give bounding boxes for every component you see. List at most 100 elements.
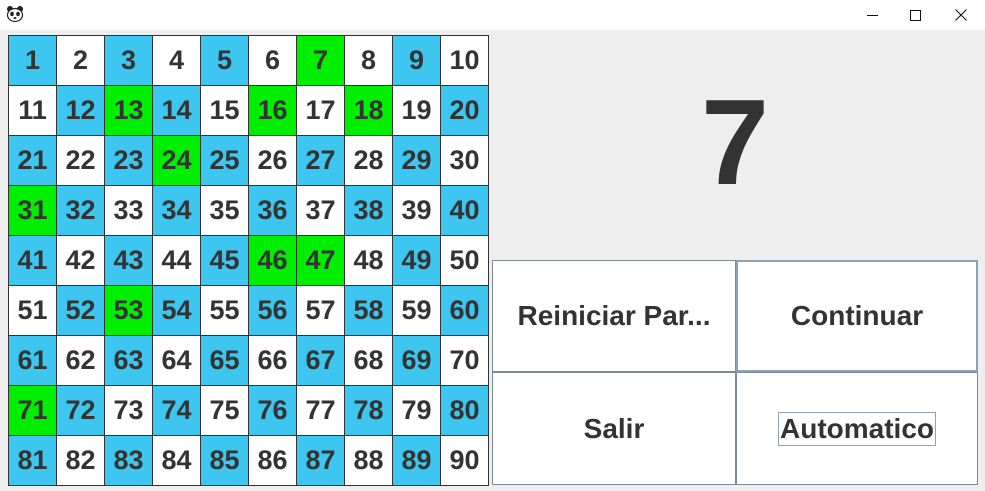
board-cell: 41 <box>9 236 57 286</box>
board-cell: 48 <box>345 236 393 286</box>
board-cell: 8 <box>345 36 393 86</box>
main-panel: 1 2 3 4 5 6 7 8 9 10 11 12 13 14 15 16 17 18 19 20 21 22 23 24 2… <box>0 30 985 491</box>
board-cell: 66 <box>249 336 297 386</box>
board-cell: 31 <box>9 186 57 236</box>
title-bar <box>0 0 985 30</box>
board-cell: 22 <box>57 136 105 186</box>
board-cell: 34 <box>153 186 201 236</box>
close-icon <box>955 9 967 21</box>
board-cell: 23 <box>105 136 153 186</box>
board-cell: 49 <box>393 236 441 286</box>
board-cell: 51 <box>9 286 57 336</box>
board-cell: 62 <box>57 336 105 386</box>
board-cell: 35 <box>201 186 249 236</box>
number-board: 1 2 3 4 5 6 7 8 9 10 11 12 13 14 15 16 17 18 19 20 21 22 23 24 2… <box>8 35 489 486</box>
minimize-button[interactable] <box>849 0 895 30</box>
board-cell: 33 <box>105 186 153 236</box>
board-cell: 36 <box>249 186 297 236</box>
board-cell: 26 <box>249 136 297 186</box>
board-cell: 38 <box>345 186 393 236</box>
board-cell: 37 <box>297 186 345 236</box>
board-cell: 12 <box>57 86 105 136</box>
board-cell: 42 <box>57 236 105 286</box>
minimize-icon <box>866 14 878 16</box>
board-cell: 6 <box>249 36 297 86</box>
board-cell: 44 <box>153 236 201 286</box>
board-cell: 32 <box>57 186 105 236</box>
board-cell: 14 <box>153 86 201 136</box>
board-cell: 81 <box>9 436 57 486</box>
board-cell: 83 <box>105 436 153 486</box>
board-cell: 74 <box>153 386 201 436</box>
panda-icon <box>6 5 24 23</box>
board-cell: 75 <box>201 386 249 436</box>
board-cell: 79 <box>393 386 441 436</box>
board-cell: 58 <box>345 286 393 336</box>
board-cell: 61 <box>9 336 57 386</box>
board-cell: 16 <box>249 86 297 136</box>
board-cell: 45 <box>201 236 249 286</box>
board-cell: 40 <box>441 186 489 236</box>
board-cell: 11 <box>9 86 57 136</box>
close-button[interactable] <box>938 0 984 30</box>
board-cell: 7 <box>297 36 345 86</box>
board-cell: 69 <box>393 336 441 386</box>
maximize-button[interactable] <box>892 0 938 30</box>
board-cell: 27 <box>297 136 345 186</box>
board-cell: 87 <box>297 436 345 486</box>
board-cell: 82 <box>57 436 105 486</box>
exit-button-label: Salir <box>583 412 645 444</box>
continue-button-label: Continuar <box>790 300 924 331</box>
board-cell: 59 <box>393 286 441 336</box>
board-cell: 10 <box>441 36 489 86</box>
board-cell: 25 <box>201 136 249 186</box>
auto-button[interactable]: Automatico <box>736 372 978 485</box>
board-cell: 19 <box>393 86 441 136</box>
board-cell: 90 <box>441 436 489 486</box>
board-cell: 18 <box>345 86 393 136</box>
maximize-icon <box>909 9 921 21</box>
board-cell: 88 <box>345 436 393 486</box>
board-cell: 13 <box>105 86 153 136</box>
board-cell: 86 <box>249 436 297 486</box>
board-cell: 60 <box>441 286 489 336</box>
restart-button[interactable]: Reiniciar Par... <box>492 260 736 372</box>
board-cell: 85 <box>201 436 249 486</box>
board-cell: 57 <box>297 286 345 336</box>
board-cell: 24 <box>153 136 201 186</box>
board-cell: 73 <box>105 386 153 436</box>
board-cell: 21 <box>9 136 57 186</box>
board-cell: 53 <box>105 286 153 336</box>
board-cell: 63 <box>105 336 153 386</box>
board-cell: 84 <box>153 436 201 486</box>
exit-button[interactable]: Salir <box>492 372 736 485</box>
board-cell: 20 <box>441 86 489 136</box>
board-cell: 54 <box>153 286 201 336</box>
board-cell: 67 <box>297 336 345 386</box>
board-cell: 68 <box>345 336 393 386</box>
board-cell: 71 <box>9 386 57 436</box>
board-cell: 55 <box>201 286 249 336</box>
board-cell: 76 <box>249 386 297 436</box>
board-cell: 9 <box>393 36 441 86</box>
board-cell: 65 <box>201 336 249 386</box>
board-cell: 78 <box>345 386 393 436</box>
board-cell: 64 <box>153 336 201 386</box>
current-number-display: 7 <box>701 74 769 210</box>
board-cell: 28 <box>345 136 393 186</box>
board-cell: 2 <box>57 36 105 86</box>
board-cell: 5 <box>201 36 249 86</box>
board-cell: 80 <box>441 386 489 436</box>
board-cell: 56 <box>249 286 297 336</box>
board-cell: 39 <box>393 186 441 236</box>
board-cell: 4 <box>153 36 201 86</box>
board-cell: 70 <box>441 336 489 386</box>
board-cell: 15 <box>201 86 249 136</box>
board-cell: 89 <box>393 436 441 486</box>
board-cell: 1 <box>9 36 57 86</box>
board-cell: 43 <box>105 236 153 286</box>
board-cell: 52 <box>57 286 105 336</box>
board-cell: 77 <box>297 386 345 436</box>
board-cell: 30 <box>441 136 489 186</box>
continue-button[interactable]: Continuar <box>736 260 978 372</box>
